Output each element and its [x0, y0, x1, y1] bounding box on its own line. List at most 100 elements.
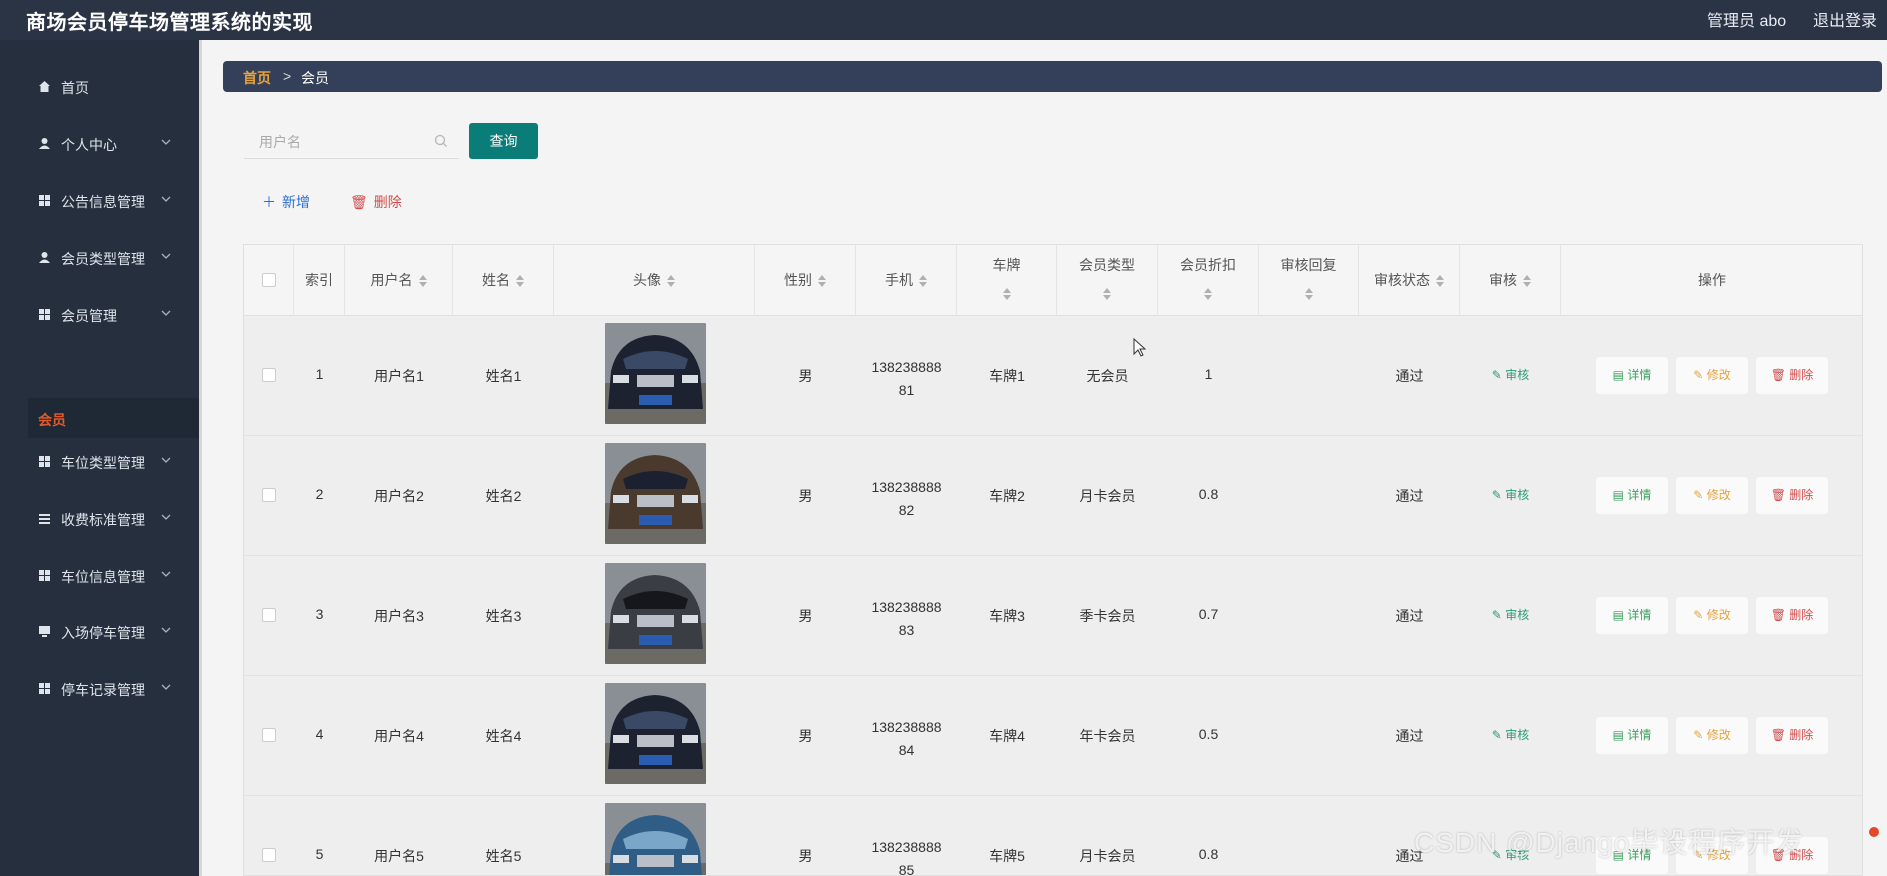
- sort-icon[interactable]: [1103, 288, 1111, 301]
- row-review-reply-cell: [1259, 436, 1359, 556]
- detail-button[interactable]: ▤ 详情: [1596, 597, 1668, 634]
- review-button[interactable]: ✎ 审核: [1460, 726, 1561, 743]
- sort-icon[interactable]: [516, 275, 524, 288]
- search-icon: [434, 134, 447, 147]
- review-button[interactable]: ✎ 审核: [1460, 606, 1561, 623]
- column-header[interactable]: 车牌: [957, 245, 1057, 316]
- sort-icon[interactable]: [1204, 288, 1212, 301]
- row-username-cell: 用户名1: [345, 316, 453, 436]
- column-header[interactable]: 审核: [1460, 245, 1561, 316]
- avatar[interactable]: [605, 803, 706, 875]
- avatar[interactable]: [605, 683, 706, 784]
- row-gender-cell: 男: [755, 676, 856, 796]
- batch-delete-button[interactable]: 🗑 删除: [350, 192, 402, 212]
- column-header[interactable]: 用户名: [345, 245, 453, 316]
- review-button[interactable]: ✎ 审核: [1460, 366, 1561, 383]
- sidebar-item-4[interactable]: 会员管理: [0, 295, 199, 335]
- detail-button[interactable]: ▤ 详情: [1596, 477, 1668, 514]
- top-bar: 商场会员停车场管理系统的实现 管理员 abo 退出登录: [0, 0, 1887, 40]
- table-row: 2 用户名2 姓名2 男 138238888 82 车牌2 月卡会员 0.8 通过 ✎ 审核 ▤ 详情…: [244, 436, 1862, 556]
- breadcrumb: 首页 > 会员: [223, 61, 1882, 92]
- row-actions-cell: ▤ 详情 ✎ 修改 🗑 删除: [1561, 316, 1862, 436]
- row-review-status: 通过: [1395, 728, 1424, 744]
- sidebar-subitem-member[interactable]: 会员: [28, 398, 199, 438]
- edit-button[interactable]: ✎ 修改: [1676, 717, 1748, 754]
- row-plate-cell: 车牌2: [957, 436, 1057, 556]
- query-button[interactable]: 查询: [469, 123, 538, 159]
- row-name: 姓名1: [485, 368, 522, 384]
- sidebar-item-label: 个人中心: [61, 137, 117, 153]
- row-checkbox[interactable]: [262, 848, 276, 862]
- sort-icon[interactable]: [919, 275, 927, 288]
- column-header[interactable]: 索引: [294, 245, 345, 316]
- search-input[interactable]: 用户名: [244, 123, 459, 159]
- column-header[interactable]: 会员类型: [1057, 245, 1158, 316]
- column-header[interactable]: 姓名: [453, 245, 554, 316]
- delete-button[interactable]: 🗑 删除: [1756, 717, 1828, 754]
- column-header-label: 会员类型: [1079, 257, 1135, 273]
- column-header[interactable]: 手机: [856, 245, 957, 316]
- column-header[interactable]: 审核回复: [1259, 245, 1359, 316]
- sort-icon[interactable]: [1436, 275, 1444, 288]
- sidebar-item-6[interactable]: 车位类型管理: [0, 442, 199, 482]
- edit-button[interactable]: ✎ 修改: [1676, 477, 1748, 514]
- row-discount: 0.7: [1198, 606, 1219, 622]
- sidebar-item-7[interactable]: 收费标准管理: [0, 499, 199, 539]
- avatar[interactable]: [605, 443, 706, 544]
- sidebar-item-8[interactable]: 车位信息管理: [0, 556, 199, 596]
- avatar[interactable]: [605, 323, 706, 424]
- row-checkbox[interactable]: [262, 608, 276, 622]
- add-label: 新增: [282, 194, 310, 210]
- row-gender: 男: [798, 368, 813, 384]
- sidebar-item-9[interactable]: 入场停车管理: [0, 612, 199, 652]
- sort-icon[interactable]: [1523, 275, 1531, 288]
- sidebar-item-10[interactable]: 停车记录管理: [0, 669, 199, 709]
- row-index: 2: [315, 486, 324, 502]
- document-icon: ▤: [1612, 608, 1628, 622]
- logout-link[interactable]: 退出登录: [1813, 7, 1877, 31]
- table-row: 3 用户名3 姓名3 男 138238888 83 车牌3 季卡会员 0.7 通过 ✎ 审核 ▤ 详情…: [244, 556, 1862, 676]
- row-checkbox[interactable]: [262, 728, 276, 742]
- sidebar-item-0[interactable]: 首页: [0, 67, 199, 107]
- row-plate-cell: 车牌4: [957, 676, 1057, 796]
- avatar[interactable]: [605, 563, 706, 664]
- column-header[interactable]: 会员折扣: [1158, 245, 1259, 316]
- review-button[interactable]: ✎ 审核: [1460, 486, 1561, 503]
- sort-icon[interactable]: [1304, 288, 1313, 301]
- sidebar-item-3[interactable]: 会员类型管理: [0, 238, 199, 278]
- sort-icon[interactable]: [818, 275, 826, 288]
- row-discount-cell: 1: [1158, 316, 1259, 436]
- row-phone-line2: 81: [898, 382, 915, 398]
- detail-button[interactable]: ▤ 详情: [1596, 357, 1668, 394]
- pencil-icon: ✎: [1693, 368, 1707, 382]
- sort-icon[interactable]: [418, 275, 427, 288]
- pencil-icon: ✎: [1491, 608, 1506, 622]
- sidebar-item-1[interactable]: 个人中心: [0, 124, 199, 164]
- row-checkbox[interactable]: [262, 488, 276, 502]
- select-all-checkbox[interactable]: [262, 273, 276, 287]
- sort-icon[interactable]: [667, 275, 675, 288]
- avatar-cell: [554, 316, 755, 436]
- edit-button[interactable]: ✎ 修改: [1676, 597, 1748, 634]
- table-row: 1 用户名1 姓名1 男 138238888 81 车牌1 无会员 1 通过 ✎ 审核 ▤ 详情 ✎ 修…: [244, 316, 1862, 436]
- column-header[interactable]: 头像: [554, 245, 755, 316]
- column-header[interactable]: 操作: [1561, 245, 1862, 316]
- column-header[interactable]: 审核状态: [1359, 245, 1460, 316]
- delete-button-label: 删除: [1789, 608, 1814, 622]
- row-review-status-cell: 通过: [1359, 556, 1460, 676]
- delete-button-label: 删除: [1789, 728, 1814, 742]
- delete-button[interactable]: 🗑 删除: [1756, 597, 1828, 634]
- sidebar-item-2[interactable]: 公告信息管理: [0, 181, 199, 221]
- add-button[interactable]: ＋ 新增: [262, 192, 310, 212]
- edit-button[interactable]: ✎ 修改: [1676, 357, 1748, 394]
- breadcrumb-home[interactable]: 首页: [243, 68, 271, 88]
- sort-icon[interactable]: [1002, 288, 1011, 301]
- column-header[interactable]: 性别: [755, 245, 856, 316]
- detail-button[interactable]: ▤ 详情: [1596, 717, 1668, 754]
- row-phone-line1: 138238888: [871, 359, 942, 375]
- delete-button[interactable]: 🗑 删除: [1756, 477, 1828, 514]
- row-checkbox[interactable]: [262, 368, 276, 382]
- row-discount: 0.8: [1198, 486, 1219, 502]
- document-icon: ▤: [1612, 368, 1628, 382]
- delete-button[interactable]: 🗑 删除: [1756, 357, 1828, 394]
